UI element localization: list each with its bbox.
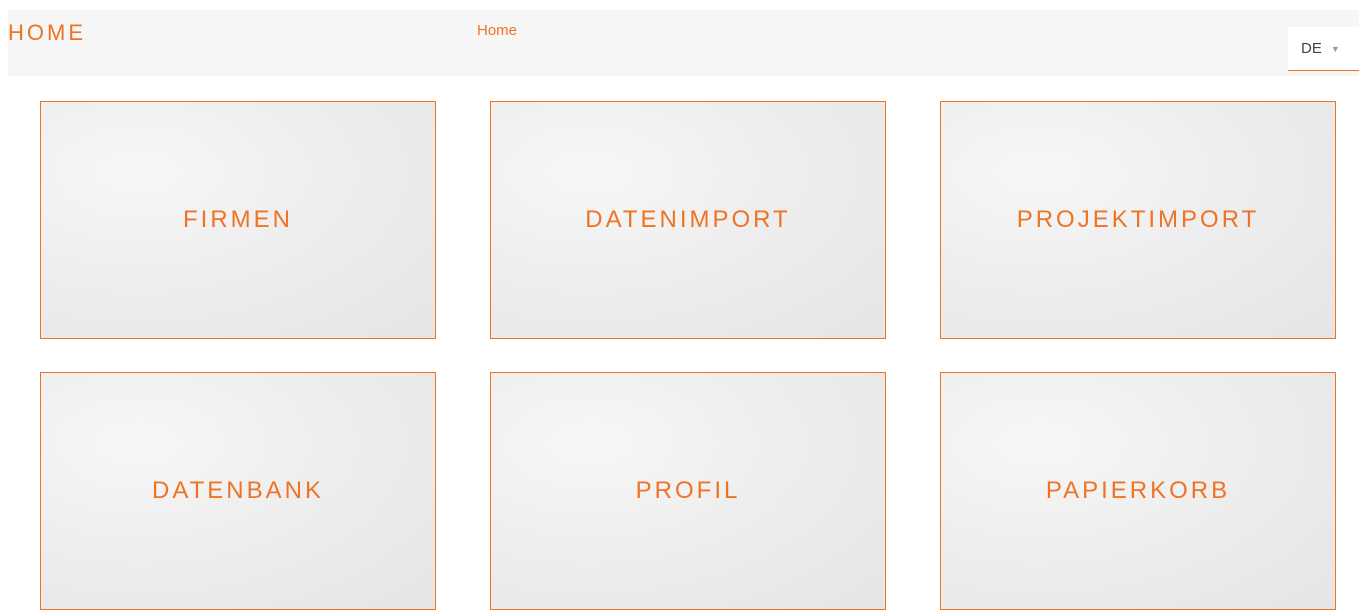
- tile-label: PROJEKTIMPORT: [1016, 206, 1260, 233]
- tile-label: FIRMEN: [183, 206, 293, 233]
- language-selected-value: DE: [1301, 40, 1322, 57]
- tile-label: PROFIL: [635, 477, 741, 504]
- top-navbar: HOME Home DE ▼: [8, 10, 1359, 76]
- chevron-down-icon: ▼: [1330, 43, 1340, 54]
- tile-label: DATENBANK: [152, 477, 324, 504]
- tile-profil[interactable]: PROFIL: [490, 372, 886, 610]
- tile-label: PAPIERKORB: [1045, 477, 1231, 504]
- tile-label: DATENIMPORT: [585, 206, 791, 233]
- breadcrumb-home[interactable]: Home: [477, 22, 517, 39]
- tile-datenimport[interactable]: DATENIMPORT: [490, 101, 886, 339]
- tile-firmen[interactable]: FIRMEN: [40, 101, 436, 339]
- tile-datenbank[interactable]: DATENBANK: [40, 372, 436, 610]
- tile-papierkorb[interactable]: PAPIERKORB: [940, 372, 1336, 610]
- tile-projektimport[interactable]: PROJEKTIMPORT: [940, 101, 1336, 339]
- brand-home-link[interactable]: HOME: [8, 20, 86, 46]
- language-select[interactable]: DE ▼: [1288, 27, 1359, 71]
